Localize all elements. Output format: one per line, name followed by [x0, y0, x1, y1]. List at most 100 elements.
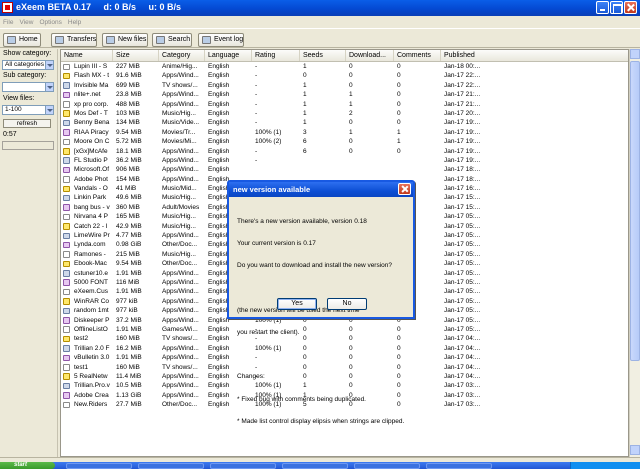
table-row[interactable]: xp pro corp. 488 MiB Apps/Wind... English - 1…: [61, 100, 628, 109]
dialog-title: new version available: [229, 182, 413, 197]
cell-category: Apps/Wind...: [162, 372, 199, 380]
start-button[interactable]: start: [0, 462, 55, 469]
cell-published: Jan-17 19:...: [444, 128, 481, 136]
cell-category: Music/Hig...: [162, 213, 196, 221]
column-size[interactable]: Size: [113, 50, 159, 61]
table-row[interactable]: Benny Bena 134 MiB Music/Vide... English - 1 0…: [61, 118, 628, 127]
taskbar-item[interactable]: [354, 463, 420, 469]
cell-language: English: [208, 109, 230, 117]
cell-rating: -: [255, 156, 258, 164]
new-files-button[interactable]: New files: [102, 33, 148, 47]
table-row[interactable]: FL Studio P 36.2 MiB Apps/Wind... English - J…: [61, 156, 628, 165]
yes-button[interactable]: Yes: [277, 298, 317, 310]
cell-category: Apps/Wind...: [162, 100, 199, 108]
taskbar-item[interactable]: [210, 463, 276, 469]
system-tray: [570, 462, 640, 469]
maximize-button[interactable]: [610, 1, 623, 14]
menu-view[interactable]: View: [19, 19, 33, 26]
home-icon: [7, 36, 16, 44]
cell-category: Apps/Wind...: [162, 232, 199, 240]
cell-language: English: [208, 119, 230, 127]
cell-name: [xGx]McAfe: [74, 147, 108, 155]
cell-size: 360 MiB: [116, 203, 140, 211]
cell-published: Jan-17 21:...: [444, 91, 481, 99]
event-log-button[interactable]: Event log: [198, 33, 244, 47]
chevron-down-icon[interactable]: [45, 106, 53, 114]
cell-published: Jan-17 19:...: [444, 147, 481, 155]
cell-name: Moore On C: [74, 138, 110, 146]
column-name[interactable]: Name: [61, 50, 113, 61]
table-row[interactable]: Invisible Ma 699 MiB TV shows/... English - 1…: [61, 81, 628, 90]
table-header: Name Size Category Language Rating Seeds…: [61, 50, 628, 62]
close-button[interactable]: [624, 1, 637, 14]
transfers-button[interactable]: Transfers: [51, 33, 97, 47]
column-comments[interactable]: Comments: [394, 50, 441, 61]
table-row[interactable]: RIAA Piracy 9.54 MiB Movies/Tr... English 10…: [61, 128, 628, 137]
taskbar-item[interactable]: [138, 463, 204, 469]
cell-published: Jan-17 22:...: [444, 72, 481, 80]
cell-name: cstuner10.e: [74, 269, 108, 277]
cell-name: Trillian.Pro.v: [74, 382, 110, 390]
cell-published: Jan-17 05:...: [444, 232, 481, 240]
cell-size: 134 MiB: [116, 119, 140, 127]
cell-name: RIAA Piracy: [74, 128, 109, 136]
cell-downloads: 0: [349, 72, 353, 80]
menu-file[interactable]: File: [3, 19, 13, 26]
scroll-down-arrow[interactable]: [630, 445, 640, 455]
taskbar-item[interactable]: [66, 463, 132, 469]
chevron-down-icon[interactable]: [45, 61, 53, 69]
search-button[interactable]: Search: [152, 33, 192, 47]
category-select[interactable]: All categories: [2, 60, 54, 70]
cell-name: random 1mt: [74, 307, 109, 315]
menu-options[interactable]: Options: [39, 19, 61, 26]
cell-published: Jan-17 20:...: [444, 109, 481, 117]
cell-seeds: 1: [303, 109, 307, 117]
minimize-button[interactable]: [596, 1, 609, 14]
no-button[interactable]: No: [327, 298, 367, 310]
table-row[interactable]: Flash MX - t 91.6 MiB Apps/Wind... English -…: [61, 71, 628, 80]
cell-seeds: 6: [303, 138, 307, 146]
cell-size: 977 kiB: [116, 307, 138, 315]
cell-category: Music/Vide...: [162, 119, 200, 127]
column-category[interactable]: Category: [159, 50, 205, 61]
scroll-up-arrow[interactable]: [630, 49, 640, 59]
cell-downloads: 0: [349, 119, 353, 127]
cell-name: Ramones -: [74, 250, 106, 258]
table-row[interactable]: Moore On C 5.72 MiB Movies/Mi... English 100…: [61, 137, 628, 146]
table-row[interactable]: Microsoft.Of 906 MiB Apps/Wind... English Ja…: [61, 165, 628, 174]
column-language[interactable]: Language: [205, 50, 252, 61]
cell-language: English: [208, 81, 230, 89]
cell-name: bang bus - v: [74, 203, 110, 211]
app-icon[interactable]: [2, 2, 13, 13]
menu-bar: File View Options Help: [0, 16, 640, 28]
table-row[interactable]: [xGx]McAfe 18.1 MiB Apps/Wind... English - 6 0…: [61, 147, 628, 156]
cell-name: nlite+.net: [74, 91, 101, 99]
vertical-scrollbar[interactable]: [629, 49, 640, 457]
view-files-select[interactable]: 1-100: [2, 105, 54, 115]
cell-downloads: 1: [349, 91, 353, 99]
dialog-close-button[interactable]: [398, 183, 411, 195]
chevron-down-icon[interactable]: [45, 83, 53, 91]
refresh-button[interactable]: refresh: [3, 119, 51, 128]
scroll-thumb[interactable]: [630, 61, 640, 361]
cell-rating: [252, 165, 300, 174]
menu-help[interactable]: Help: [68, 19, 81, 26]
column-seeds[interactable]: Seeds: [300, 50, 346, 61]
table-row[interactable]: Lupin III - S 227 MiB Anime/Hig... English -…: [61, 62, 628, 71]
column-published[interactable]: Published: [441, 50, 628, 61]
transfers-button-label: Transfers: [67, 36, 97, 43]
cell-size: 4.77 MiB: [116, 232, 142, 240]
table-row[interactable]: nlite+.net 23.8 MiB Apps/Wind... English - 1 1…: [61, 90, 628, 99]
column-rating[interactable]: Rating: [252, 50, 300, 61]
column-downloads[interactable]: Download...: [346, 50, 394, 61]
dialog-line: Your current version is 0.17: [237, 240, 316, 248]
cell-comments: 0: [397, 63, 401, 70]
taskbar-item[interactable]: [426, 463, 492, 469]
cell-published: Jan-17 05:...: [444, 250, 481, 258]
cell-comments: 0: [397, 81, 401, 89]
cell-category: Apps/Wind...: [162, 147, 199, 155]
table-row[interactable]: Mos Def - T 103 MiB Music/Hig... English - 1 2…: [61, 109, 628, 118]
taskbar-item[interactable]: [282, 463, 348, 469]
home-button[interactable]: Home: [3, 33, 41, 47]
sub-category-select[interactable]: [2, 82, 54, 92]
